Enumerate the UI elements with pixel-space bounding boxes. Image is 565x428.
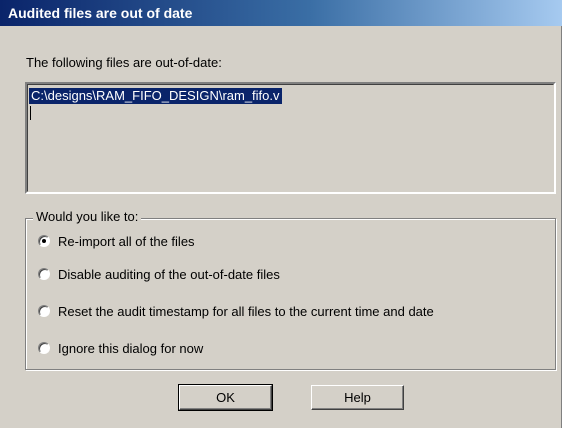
audit-dialog: Audited files are out of date The follow… xyxy=(0,0,562,428)
dialog-title: Audited files are out of date xyxy=(8,5,193,21)
ignore-dialog-radio[interactable] xyxy=(38,342,50,354)
out-of-date-files-list[interactable]: C:\designs\RAM_FIFO_DESIGN\ram_fifo.v xyxy=(25,82,556,194)
option-ignore-dialog[interactable]: Ignore this dialog for now xyxy=(38,339,203,357)
disable-auditing-radio[interactable] xyxy=(38,268,50,280)
option-label: Ignore this dialog for now xyxy=(58,340,204,356)
options-group-label: Would you like to: xyxy=(33,209,142,224)
option-reimport[interactable]: Re-import all of the files xyxy=(38,232,195,250)
option-label: Re-import all of the files xyxy=(58,233,195,249)
help-button[interactable]: Help xyxy=(311,385,404,410)
title-bar[interactable]: Audited files are out of date xyxy=(0,0,562,26)
files-label: The following files are out-of-date: xyxy=(26,55,222,70)
option-label: Disable auditing of the out-of-date file… xyxy=(58,266,280,282)
file-list-item[interactable]: C:\designs\RAM_FIFO_DESIGN\ram_fifo.v xyxy=(29,88,282,104)
reset-timestamp-radio[interactable] xyxy=(38,305,50,317)
text-caret xyxy=(30,106,31,120)
option-label: Reset the audit timestamp for all files … xyxy=(58,303,434,319)
option-reset-timestamp[interactable]: Reset the audit timestamp for all files … xyxy=(38,302,434,320)
radio-selected-dot xyxy=(42,239,46,243)
reimport-radio[interactable] xyxy=(38,235,50,247)
ok-button[interactable]: OK xyxy=(178,384,273,411)
option-disable-auditing[interactable]: Disable auditing of the out-of-date file… xyxy=(38,265,280,283)
